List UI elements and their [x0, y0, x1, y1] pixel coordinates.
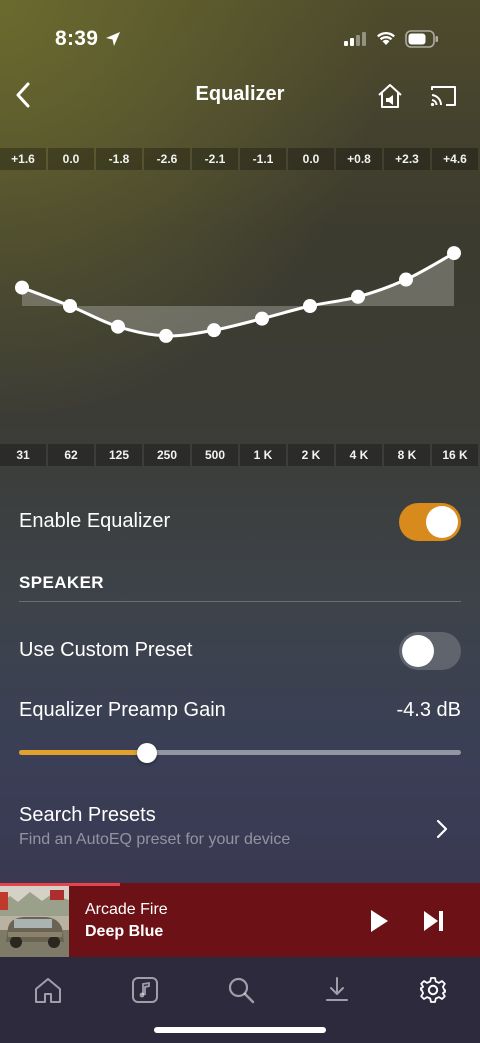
frequency-label: 500 [192, 444, 238, 466]
gain-label: -2.6 [144, 148, 190, 170]
location-arrow-icon [106, 32, 120, 46]
search-icon[interactable] [226, 975, 256, 1005]
cast-button[interactable] [428, 80, 460, 112]
eq-curve-area [22, 253, 454, 336]
eq-band-handle[interactable] [303, 299, 317, 313]
gain-label: +2.3 [384, 148, 430, 170]
frequency-label: 8 K [384, 444, 430, 466]
gain-label: +4.6 [432, 148, 478, 170]
eq-frequency-labels: 31 62 125 250 500 1 K 2 K 4 K 8 K 16 K [0, 444, 480, 467]
preamp-slider-thumb[interactable] [137, 743, 158, 763]
eq-band-handle[interactable] [207, 323, 221, 338]
home-indicator [154, 1027, 326, 1033]
frequency-label: 2 K [288, 444, 334, 466]
frequency-label: 31 [0, 444, 46, 466]
frequency-label: 1 K [240, 444, 286, 466]
gain-label: 0.0 [48, 148, 94, 170]
chevron-right-icon [436, 819, 448, 839]
play-icon[interactable] [366, 907, 392, 935]
eq-band-handle[interactable] [111, 319, 125, 334]
enable-equalizer-toggle[interactable] [399, 503, 461, 541]
gain-label: 0.0 [288, 148, 334, 170]
home-speaker-icon [378, 84, 402, 108]
battery-icon [405, 30, 438, 48]
gain-label: -2.1 [192, 148, 238, 170]
preamp-slider-track[interactable] [19, 750, 461, 755]
frequency-label: 4 K [336, 444, 382, 466]
frequency-label: 125 [96, 444, 142, 466]
eq-band-handle[interactable] [399, 272, 413, 287]
track-artist: Arcade Fire [85, 901, 168, 918]
eq-gain-labels: +1.6 0.0 -1.8 -2.6 -2.1 -1.1 0.0 +0.8 +2… [0, 148, 480, 171]
toggle-knob [426, 506, 458, 538]
gain-label: -1.8 [96, 148, 142, 170]
cellular-signal-icon [344, 32, 366, 46]
eq-curve-line [21, 251, 455, 338]
home-speaker-button[interactable] [374, 80, 406, 112]
status-bar: 8:39 [0, 0, 480, 78]
preamp-gain-value: -4.3 dB [396, 699, 461, 721]
eq-band-handle[interactable] [15, 280, 29, 295]
section-header-speaker: SPEAKER [19, 573, 104, 592]
search-presets-title: Search Presets [19, 804, 156, 826]
custom-preset-label: Use Custom Preset [19, 639, 193, 661]
cast-icon [430, 86, 456, 107]
track-title: Deep Blue [85, 923, 164, 940]
album-artwork[interactable] [0, 886, 69, 957]
eq-band-handle[interactable] [447, 246, 461, 261]
skip-next-icon[interactable] [421, 907, 447, 935]
search-presets-subtitle: Find an AutoEQ preset for your device [19, 831, 291, 848]
divider [19, 601, 461, 602]
toggle-knob [402, 635, 434, 667]
download-icon[interactable] [322, 975, 352, 1005]
gain-label: +0.8 [336, 148, 382, 170]
status-time: 8:39 [55, 27, 99, 50]
eq-band-handle[interactable] [63, 299, 77, 313]
enable-equalizer-label: Enable Equalizer [19, 510, 171, 532]
search-presets-row[interactable]: Search Presets Find an AutoEQ preset for… [0, 795, 480, 865]
gear-icon[interactable] [418, 975, 448, 1005]
frequency-label: 250 [144, 444, 190, 466]
gain-label: +1.6 [0, 148, 46, 170]
page-title: Equalizer [195, 83, 285, 105]
eq-band-handle[interactable] [351, 289, 365, 304]
preamp-slider-fill [19, 750, 148, 755]
custom-preset-toggle[interactable] [399, 632, 461, 670]
gain-label: -1.1 [240, 148, 286, 170]
home-icon[interactable] [33, 975, 63, 1005]
mini-player[interactable]: Arcade Fire Deep Blue [0, 883, 480, 957]
wifi-icon [377, 31, 395, 45]
eq-band-handle[interactable] [255, 311, 269, 326]
nav-bar: Equalizer [0, 74, 480, 118]
preamp-gain-label: Equalizer Preamp Gain [19, 699, 226, 721]
frequency-label: 16 K [432, 444, 478, 466]
eq-band-handle[interactable] [159, 328, 173, 343]
music-note-icon[interactable] [130, 975, 160, 1005]
album-art-image [0, 886, 69, 957]
frequency-label: 62 [48, 444, 94, 466]
